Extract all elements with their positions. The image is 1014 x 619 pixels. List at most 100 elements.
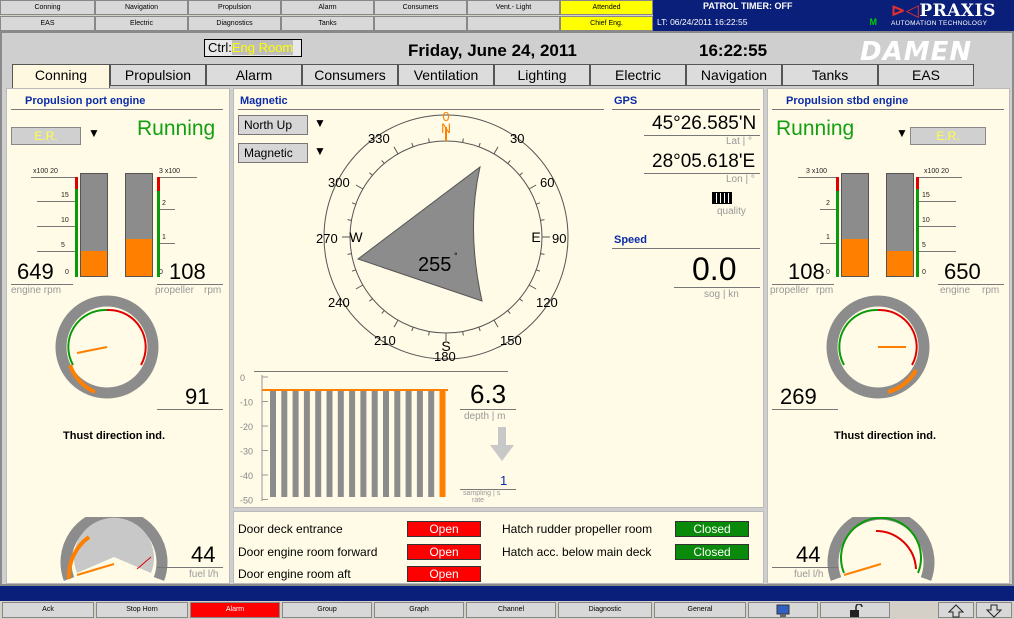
hatch-rudder-label: Hatch rudder propeller room — [502, 522, 653, 536]
compass-num-30: 30 — [510, 131, 524, 146]
port-rpm-scale-label: x100 20 — [33, 168, 58, 175]
nav-propulsion[interactable]: Propulsion — [188, 0, 281, 15]
speed-title: Speed — [614, 234, 648, 246]
north-up-button[interactable]: North Up — [238, 115, 308, 135]
speed-value: 0.0 — [692, 251, 737, 287]
depth-unit: depth | m — [464, 411, 506, 422]
monitor-button[interactable] — [748, 602, 818, 618]
depth-tick-label: 0 — [240, 373, 245, 383]
depth-sample-bar — [394, 391, 401, 497]
door-engine-room-aft-status[interactable]: Open — [407, 566, 481, 582]
port-er-button[interactable]: E.R. — [11, 127, 81, 145]
port-er-dropdown-icon[interactable]: ▼ — [88, 126, 100, 140]
depth-sample-bar — [428, 391, 435, 497]
stbd-engine-rpm-value: 650 — [944, 259, 981, 284]
hatch-rudder-status[interactable]: Closed — [675, 521, 749, 537]
nav-diagnostics[interactable]: Diagnostics — [188, 16, 281, 31]
scroll-up-button[interactable] — [938, 602, 974, 618]
port-engine-rpm-label: engine rpm — [11, 285, 62, 296]
compass-num-240: 240 — [328, 295, 350, 310]
nav-empty-1[interactable] — [374, 16, 467, 31]
nav-eas[interactable]: EAS — [0, 16, 95, 31]
port-engine-panel: Propulsion port engine E.R. ▼ Running x1… — [6, 88, 230, 584]
compass-tick — [540, 253, 545, 255]
port-prop-rpm-fill — [126, 239, 152, 276]
tab-ventilation[interactable]: Ventilation — [398, 64, 494, 86]
stbd-fuel-unit: fuel l/h — [794, 569, 824, 580]
compass-num-120: 120 — [536, 295, 558, 310]
port-prop-scale-label: 3 x100 — [159, 168, 181, 175]
ack-button[interactable]: Ack — [2, 602, 94, 618]
tab-tanks[interactable]: Tanks — [782, 64, 878, 86]
top-nav-bar: Conning Navigation Propulsion Alarm Cons… — [0, 0, 1014, 31]
stbd-er-dropdown-icon[interactable]: ▼ — [896, 126, 908, 140]
depth-sample-bar — [270, 391, 276, 497]
nav-tanks[interactable]: Tanks — [281, 16, 374, 31]
tab-eas[interactable]: EAS — [878, 64, 974, 86]
attended-indicator[interactable]: Attended — [560, 0, 653, 15]
compass-num-330: 330 — [368, 131, 390, 146]
stbd-rpm-tick-line — [916, 226, 956, 227]
stbd-prop-scale-line — [798, 177, 838, 178]
nav-empty-2[interactable] — [467, 16, 560, 31]
scroll-down-button[interactable] — [976, 602, 1012, 618]
nav-electric[interactable]: Electric — [95, 16, 188, 31]
arrow-down-icon — [985, 604, 1003, 618]
stbd-fuel-value-line — [772, 567, 838, 568]
port-thrust-label: Thust direction ind. — [63, 430, 166, 442]
tab-propulsion[interactable]: Propulsion — [110, 64, 206, 86]
port-prop-tick: 1 — [162, 234, 166, 241]
group-button[interactable]: Group — [282, 602, 372, 618]
stbd-prop-tick: 1 — [826, 234, 830, 241]
control-location[interactable]: Ctrl:Eng Room — [204, 39, 302, 57]
compass-tick — [462, 331, 464, 336]
door-engine-room-forward-status[interactable]: Open — [407, 544, 481, 560]
stbd-prop-tick: 2 — [826, 200, 830, 207]
depth-tick-label: -30 — [240, 447, 253, 457]
status-strip — [0, 586, 1014, 601]
stbd-engine-rpm-unit: rpm — [982, 285, 1000, 296]
tab-consumers[interactable]: Consumers — [302, 64, 398, 86]
gps-title: GPS — [614, 95, 638, 107]
magnetic-mode-button[interactable]: Magnetic — [238, 143, 308, 163]
hatch-acc-status[interactable]: Closed — [675, 544, 749, 560]
nav-conning[interactable]: Conning — [0, 0, 95, 15]
stbd-prop-scale-label: 3 x100 — [806, 168, 828, 175]
stop-horn-button[interactable]: Stop Horn — [96, 602, 188, 618]
port-title-underline — [11, 109, 223, 110]
tab-alarm[interactable]: Alarm — [206, 64, 302, 86]
diagnostic-button[interactable]: Diagnostic — [558, 602, 652, 618]
tab-electric[interactable]: Electric — [590, 64, 686, 86]
graph-button[interactable]: Graph — [374, 602, 464, 618]
gps-title-underline — [612, 109, 760, 110]
sampling-label: sampling | s — [463, 490, 501, 497]
gps-lat-label: Lat | ° — [726, 136, 753, 147]
alarm-button[interactable]: Alarm — [190, 602, 280, 618]
patrol-timer-panel: PATROL TIMER: OFF LT: 06/24/2011 16:22:5… — [653, 0, 883, 31]
general-button[interactable]: General — [654, 602, 746, 618]
arrow-up-icon — [947, 604, 965, 618]
stbd-er-button[interactable]: E.R. — [910, 127, 986, 145]
nav-vent-light[interactable]: Vent.- Light — [467, 0, 560, 15]
channel-button[interactable]: Channel — [466, 602, 556, 618]
compass-num-0: 0 — [442, 111, 449, 124]
stbd-rpm-tick: 15 — [922, 192, 930, 199]
tab-navigation[interactable]: Navigation — [686, 64, 782, 86]
navigation-panel: Magnetic North Up ▼ Magnetic ▼ N E S W 0… — [233, 88, 764, 508]
tab-lighting[interactable]: Lighting — [494, 64, 590, 86]
nav-consumers[interactable]: Consumers — [374, 0, 467, 15]
port-rpm-scale-line — [31, 177, 77, 178]
tab-conning[interactable]: Conning — [12, 64, 110, 88]
port-status: Running — [137, 117, 216, 140]
lock-button[interactable] — [820, 602, 890, 618]
port-prop-rpm-bar — [125, 173, 153, 277]
depth-value: 6.3 — [470, 379, 507, 409]
nav-navigation[interactable]: Navigation — [95, 0, 188, 15]
port-engine-rpm-value: 649 — [17, 259, 54, 284]
speed-title-underline — [612, 248, 760, 249]
door-deck-entrance-status[interactable]: Open — [407, 521, 481, 537]
nav-alarm[interactable]: Alarm — [281, 0, 374, 15]
sampling-label-2: rate — [472, 497, 485, 504]
stbd-propeller-label: propeller — [770, 285, 809, 296]
chief-eng-indicator[interactable]: Chief Eng. — [560, 16, 653, 31]
